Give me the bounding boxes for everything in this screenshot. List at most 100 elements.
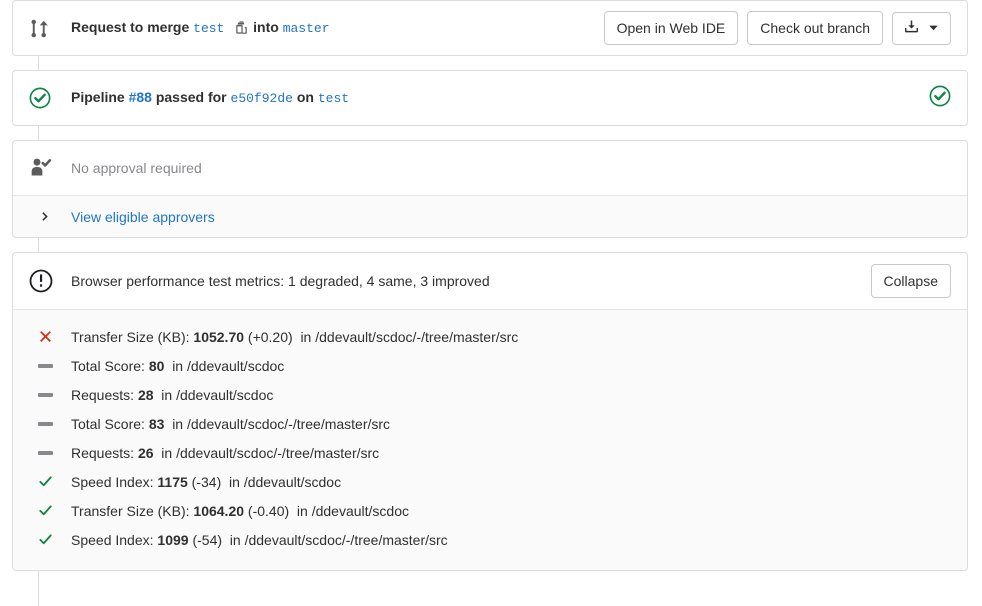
metric-in-word: in [229,474,240,490]
merge-prefix: Request to merge [71,19,189,35]
source-branch-link[interactable]: test [193,21,224,36]
performance-metric-text: Requests: 28 in /ddevault/scdoc [71,385,273,405]
metric-value: 83 [149,416,165,432]
open-in-web-ide-button[interactable]: Open in Web IDE [604,11,739,45]
pipeline-label: Pipeline [71,89,125,105]
merge-request-icon [29,18,61,39]
metric-path: /ddevault/scdoc [187,358,284,374]
pipeline-widget: Pipeline #88 passed for e50f92de on test [12,70,968,126]
neutral-dash [38,422,53,426]
metric-in-word: in [297,503,308,519]
performance-metric-text: Speed Index: 1175 (-34) in /ddevault/scd… [71,472,341,492]
neutral-dash [38,364,53,368]
metric-value: 1052.70 [193,329,244,345]
performance-metric-text: Total Score: 80 in /ddevault/scdoc [71,356,284,376]
metric-in-word: in [300,329,311,345]
performance-header-row: Browser performance test metrics: 1 degr… [13,253,967,309]
metric-path: /ddevault/scdoc [312,503,409,519]
metric-value: 26 [138,445,154,461]
metric-delta: (-34) [192,474,222,490]
performance-metric-row: Speed Index: 1099 (-54) in /ddevault/scd… [13,525,967,554]
chevron-right-icon [29,211,61,222]
performance-metric-text: Transfer Size (KB): 1052.70 (+0.20) in /… [71,327,518,347]
status-neutral-icon [29,393,61,397]
approval-status-row: No approval required [13,141,967,195]
performance-metric-row: Requests: 28 in /ddevault/scdoc [13,380,967,409]
performance-metric-row: Transfer Size (KB): 1064.20 (-0.40) in /… [13,496,967,525]
status-neutral-icon [29,451,61,455]
metric-in-word: in [161,387,172,403]
check-out-branch-button[interactable]: Check out branch [747,11,883,45]
download-icon [904,19,919,38]
status-failed-icon [29,329,61,344]
metric-label: Total Score: [71,358,145,374]
pipeline-status-success-icon-right [929,85,951,112]
pipeline-commit-link[interactable]: e50f92de [231,91,293,106]
merge-into-word: into [253,19,279,35]
performance-metric-row: Requests: 26 in /ddevault/scdoc/-/tree/m… [13,438,967,467]
pipeline-text: Pipeline #88 passed for e50f92de on test [71,87,929,109]
performance-metric-text: Transfer Size (KB): 1064.20 (-0.40) in /… [71,501,409,521]
metric-label: Speed Index: [71,474,154,490]
status-success-icon [29,503,61,518]
warning-exclamation-icon [29,269,61,293]
browser-performance-widget: Browser performance test metrics: 1 degr… [12,252,968,571]
pipeline-row: Pipeline #88 passed for e50f92de on test [13,71,967,125]
performance-metric-row: Transfer Size (KB): 1052.70 (+0.20) in /… [13,322,967,351]
metric-delta: (+0.20) [248,329,293,345]
approval-status-text: No approval required [71,158,951,178]
pipeline-result: passed for [156,89,227,105]
merge-header-actions: Open in Web IDE Check out branch [604,11,951,45]
pipeline-branch-link[interactable]: test [318,91,349,106]
metric-in-word: in [230,532,241,548]
metric-label: Transfer Size (KB): [71,503,190,519]
neutral-dash [38,393,53,397]
metric-value: 28 [138,387,154,403]
metric-value: 1175 [157,474,187,490]
status-success-icon [29,87,61,109]
status-success-icon [29,474,61,489]
performance-summary-text: Browser performance test metrics: 1 degr… [71,271,871,291]
chevron-down-icon [928,19,939,37]
metric-label: Requests: [71,445,134,461]
download-dropdown-button[interactable] [892,12,951,45]
view-eligible-approvers-link[interactable]: View eligible approvers [71,209,215,225]
performance-metric-text: Total Score: 83 in /ddevault/scdoc/-/tre… [71,414,390,434]
metric-path: /ddevault/scdoc/-/tree/master/src [315,329,518,345]
merge-header-text: Request to merge test into master [71,17,604,39]
performance-metric-text: Speed Index: 1099 (-54) in /ddevault/scd… [71,530,448,550]
performance-metric-row: Total Score: 83 in /ddevault/scdoc/-/tre… [13,409,967,438]
approval-widget: No approval required View eligible appro… [12,140,968,238]
metric-path: /ddevault/scdoc/-/tree/master/src [187,416,390,432]
pipeline-number-link[interactable]: #88 [129,89,152,105]
performance-metric-row: Speed Index: 1175 (-34) in /ddevault/scd… [13,467,967,496]
performance-metric-row: Total Score: 80 in /ddevault/scdoc [13,351,967,380]
metric-label: Transfer Size (KB): [71,329,190,345]
metric-label: Total Score: [71,416,145,432]
metric-value: 1064.20 [193,503,244,519]
approval-user-check-icon [29,156,61,180]
metric-in-word: in [172,416,183,432]
pipeline-on-word: on [297,89,314,105]
target-branch-link[interactable]: master [283,21,330,36]
status-neutral-icon [29,422,61,426]
performance-metric-text: Requests: 26 in /ddevault/scdoc/-/tree/m… [71,443,379,463]
metric-path: /ddevault/scdoc/-/tree/master/src [176,445,379,461]
metric-path: /ddevault/scdoc/-/tree/master/src [245,532,448,548]
neutral-dash [38,451,53,455]
status-neutral-icon [29,364,61,368]
metric-label: Speed Index: [71,532,154,548]
metric-path: /ddevault/scdoc [244,474,341,490]
view-eligible-approvers-row[interactable]: View eligible approvers [13,195,967,237]
metric-in-word: in [172,358,183,374]
merge-request-header-widget: Request to merge test into master Open i… [12,0,968,56]
metric-value: 80 [149,358,165,374]
merge-header-row: Request to merge test into master Open i… [13,1,967,55]
performance-metrics-list: Transfer Size (KB): 1052.70 (+0.20) in /… [13,309,967,570]
metric-in-word: in [161,445,172,461]
metric-value: 1099 [157,532,188,548]
metric-path: /ddevault/scdoc [176,387,273,403]
collapse-button[interactable]: Collapse [871,264,951,298]
metric-label: Requests: [71,387,134,403]
copy-branch-name-icon[interactable] [228,20,249,35]
